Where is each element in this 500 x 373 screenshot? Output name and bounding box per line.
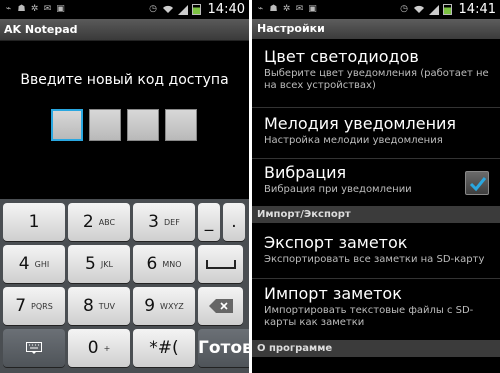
key-6[interactable]: 6 MNO [133,245,195,283]
right-screen: ⌁ ☗ ✲ ✉ ▣ ◷ 14:41 Настройки Цвет светоди… [252,0,500,373]
checkmark-icon [469,177,487,192]
pref-notification-sound[interactable]: Мелодия уведомления Настройка мелодии ув… [252,114,500,147]
key-1[interactable]: 1 [3,203,65,241]
divider [252,107,500,108]
pref-title: Мелодия уведомления [264,114,457,133]
key-8[interactable]: 8 TUV [68,287,130,325]
key-backspace[interactable] [198,287,243,325]
mail-icon: ✉ [295,4,304,14]
key-5[interactable]: 5 JKL [68,245,130,283]
alarm-icon: ◷ [400,4,408,14]
key-underscore[interactable]: _ [198,203,220,241]
key-9[interactable]: 9 WXYZ [133,287,195,325]
pref-import-notes[interactable]: Импорт заметок Импортировать текстовые ф… [252,284,500,329]
pref-summary: Настройка мелодии уведомления [264,135,443,146]
debug-icon: ✲ [30,4,39,14]
pref-title: Импорт заметок [264,284,402,303]
left-screen: ⌁ ☗ ✲ ✉ ▣ ◷ 14:40 AK Notepad Введите нов… [0,0,249,373]
backspace-icon [208,299,233,313]
pref-led-color[interactable]: Цвет светодиодов Выберите цвет уведомлен… [252,47,500,92]
passcode-prompt: Введите новый код доступа [20,72,229,88]
divider [252,158,500,159]
key-keyboard-switch[interactable] [3,329,65,367]
pref-summary: Экспортировать все заметки на SD-карту [264,254,485,265]
pref-title: Экспорт заметок [264,233,408,252]
pref-summary: Импортировать текстовые файлы с SD-карты… [264,305,474,328]
passcode-digit-2[interactable] [89,109,121,141]
key-7[interactable]: 7 PQRS [3,287,65,325]
settings-title: Настройки [252,19,500,39]
done-button[interactable]: Готово [198,329,249,367]
mail-icon: ✉ [43,4,52,14]
usb-icon: ⌁ [5,4,12,14]
pref-summary: Выберите цвет уведомления (работает не н… [264,68,489,91]
passcode-digit-1[interactable] [51,109,83,141]
numeric-keypad: 1 2 ABC 3 DEF _ . 4 GHI 5 JKL 6 MNO 7 PQRS 8 TU… [0,199,249,373]
key-3[interactable]: 3 DEF [133,203,195,241]
android-icon: ☗ [269,4,278,14]
passcode-digit-3[interactable] [127,109,159,141]
app-title: AK Notepad [0,19,249,41]
section-about: О программе [252,340,500,357]
pref-title: Цвет светодиодов [264,47,419,66]
signal-icon [177,4,188,15]
keyboard-icon [26,342,42,354]
key-2[interactable]: 2 ABC [68,203,130,241]
key-symbols[interactable]: *#( [133,329,195,367]
passcode-boxes [51,109,197,141]
pref-export-notes[interactable]: Экспорт заметок Экспортировать все замет… [252,233,500,266]
status-bar-right: ⌁ ☗ ✲ ✉ ▣ ◷ 14:41 [252,0,500,19]
clock: 14:41 [458,2,496,17]
usb-icon: ⌁ [257,4,264,14]
android-icon: ☗ [17,4,26,14]
image-icon: ▣ [56,4,65,14]
passcode-digit-4[interactable] [165,109,197,141]
key-period[interactable]: . [223,203,245,241]
space-icon [205,260,236,269]
battery-icon [442,4,452,15]
battery-icon [191,4,201,15]
image-icon: ▣ [308,4,317,14]
signal-icon [428,4,439,15]
vibration-checkbox[interactable] [465,171,489,195]
wifi-icon [413,5,424,13]
clock: 14:40 [207,2,245,17]
key-0[interactable]: 0 + [68,329,130,367]
status-bar: ⌁ ☗ ✲ ✉ ▣ ◷ 14:40 [0,0,249,19]
key-4[interactable]: 4 GHI [3,245,65,283]
divider [252,278,500,279]
alarm-icon: ◷ [149,4,157,14]
pref-vibration[interactable]: Вибрация Вибрация при уведомлении [252,163,500,196]
section-import-export: Импорт/Экспорт [252,206,500,223]
debug-icon: ✲ [282,4,291,14]
wifi-icon [162,5,173,13]
key-space[interactable] [198,245,243,283]
